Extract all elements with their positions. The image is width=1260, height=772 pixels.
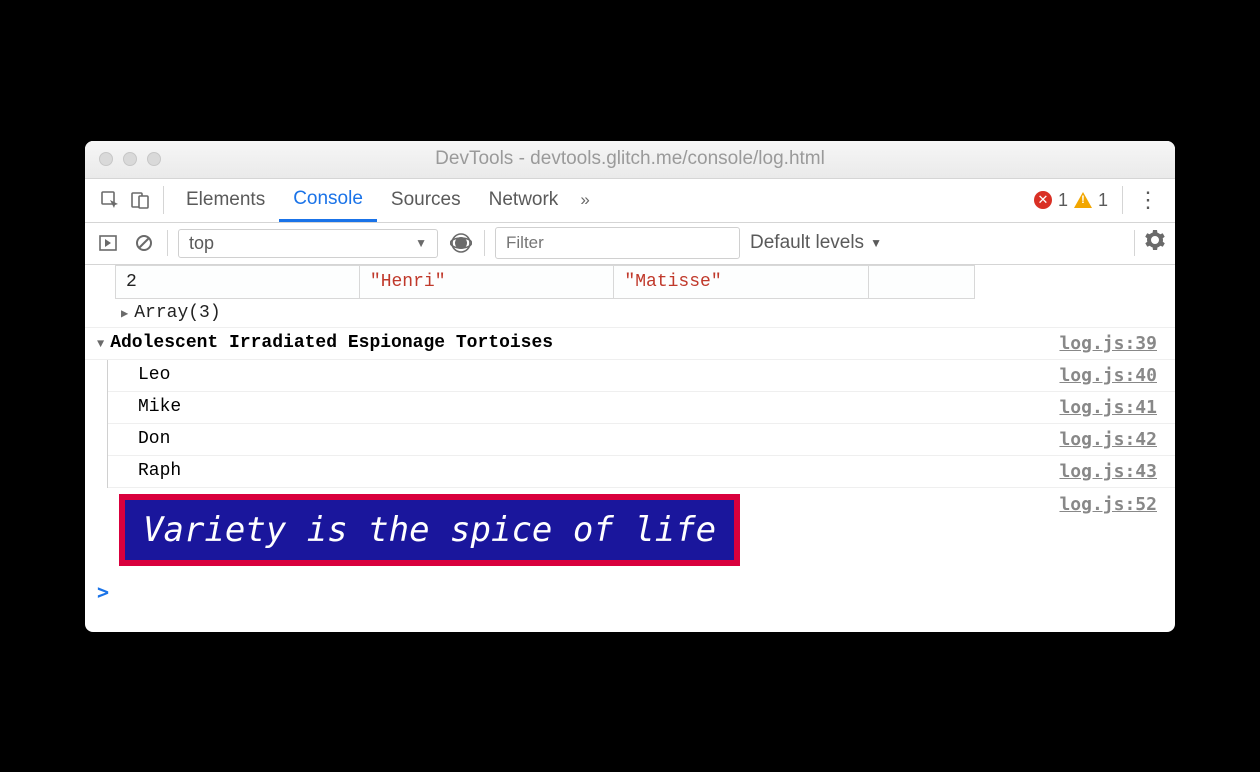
collapse-icon xyxy=(97,333,110,353)
console-toolbar: top ▼ Default levels ▼ xyxy=(85,223,1175,265)
traffic-lights xyxy=(85,152,161,166)
titlebar: DevTools - devtools.glitch.me/console/lo… xyxy=(85,141,1175,179)
devtools-window: DevTools - devtools.glitch.me/console/lo… xyxy=(85,141,1175,632)
log-line[interactable]: Leo log.js:40 xyxy=(108,360,1175,392)
console-table: 2 "Henri" "Matisse" xyxy=(115,265,975,299)
execution-context-select[interactable]: top ▼ xyxy=(178,229,438,258)
log-line[interactable]: Mike log.js:41 xyxy=(108,392,1175,424)
styled-log-row[interactable]: Variety is the spice of life log.js:52 xyxy=(85,488,1175,572)
chevron-down-icon: ▼ xyxy=(415,236,427,250)
log-text: Raph xyxy=(138,461,181,482)
filter-input[interactable] xyxy=(495,227,740,259)
log-text: Don xyxy=(138,429,170,450)
log-line[interactable]: Raph log.js:43 xyxy=(108,456,1175,488)
toggle-sidebar-icon[interactable] xyxy=(95,230,121,256)
console-group-header[interactable]: Adolescent Irradiated Espionage Tortoise… xyxy=(85,328,1175,360)
console-prompt[interactable]: > xyxy=(85,572,1175,612)
styled-log-text: Variety is the spice of life xyxy=(119,494,740,566)
zoom-window-button[interactable] xyxy=(147,152,161,166)
separator xyxy=(484,230,485,256)
live-expression-icon[interactable] xyxy=(448,230,474,256)
log-text: Leo xyxy=(138,365,170,386)
table-cell: "Henri" xyxy=(359,265,614,298)
separator xyxy=(163,186,164,214)
log-levels-select[interactable]: Default levels ▼ xyxy=(750,232,882,254)
source-link[interactable]: log.js:52 xyxy=(1059,494,1157,515)
table-row[interactable]: 2 "Henri" "Matisse" xyxy=(116,265,975,298)
separator xyxy=(1122,186,1123,214)
table-cell-empty xyxy=(868,265,974,298)
table-cell-index: 2 xyxy=(116,265,360,298)
expand-icon xyxy=(121,303,134,323)
inspect-element-icon[interactable] xyxy=(95,185,125,215)
console-group-body: Leo log.js:40 Mike log.js:41 Don log.js:… xyxy=(107,360,1175,488)
warning-icon xyxy=(1074,192,1092,208)
tab-elements[interactable]: Elements xyxy=(172,179,279,222)
log-text: Mike xyxy=(138,397,181,418)
tab-console[interactable]: Console xyxy=(279,179,377,222)
window-title: DevTools - devtools.glitch.me/console/lo… xyxy=(85,148,1175,170)
console-settings-icon[interactable] xyxy=(1145,230,1165,256)
console-table-fragment: 2 "Henri" "Matisse" xyxy=(115,265,1175,299)
tab-sources[interactable]: Sources xyxy=(377,179,475,222)
panel-tabbar: Elements Console Sources Network » ✕ 1 1… xyxy=(85,179,1175,223)
source-link[interactable]: log.js:43 xyxy=(1059,461,1157,482)
separator xyxy=(1134,230,1135,256)
tab-network[interactable]: Network xyxy=(475,179,573,222)
array-summary[interactable]: Array(3) xyxy=(85,299,1175,328)
error-icon: ✕ xyxy=(1034,191,1052,209)
levels-label: Default levels xyxy=(750,232,864,254)
source-link[interactable]: log.js:42 xyxy=(1059,429,1157,450)
source-link[interactable]: log.js:39 xyxy=(1059,333,1157,354)
console-body: 2 "Henri" "Matisse" Array(3) Adolescent … xyxy=(85,265,1175,632)
minimize-window-button[interactable] xyxy=(123,152,137,166)
log-line[interactable]: Don log.js:42 xyxy=(108,424,1175,456)
table-cell: "Matisse" xyxy=(614,265,869,298)
warning-count: 1 xyxy=(1098,190,1108,211)
issue-counters[interactable]: ✕ 1 1 xyxy=(1034,190,1114,211)
error-count: 1 xyxy=(1058,190,1068,211)
source-link[interactable]: log.js:41 xyxy=(1059,397,1157,418)
context-label: top xyxy=(189,233,214,254)
source-link[interactable]: log.js:40 xyxy=(1059,365,1157,386)
separator xyxy=(167,230,168,256)
close-window-button[interactable] xyxy=(99,152,113,166)
device-toolbar-icon[interactable] xyxy=(125,185,155,215)
more-tabs-button[interactable]: » xyxy=(572,190,597,210)
group-title: Adolescent Irradiated Espionage Tortoise… xyxy=(110,333,553,353)
array-label: Array(3) xyxy=(134,303,220,323)
chevron-down-icon: ▼ xyxy=(870,236,882,250)
devtools-menu-button[interactable]: ⋮ xyxy=(1131,187,1165,213)
clear-console-icon[interactable] xyxy=(131,230,157,256)
